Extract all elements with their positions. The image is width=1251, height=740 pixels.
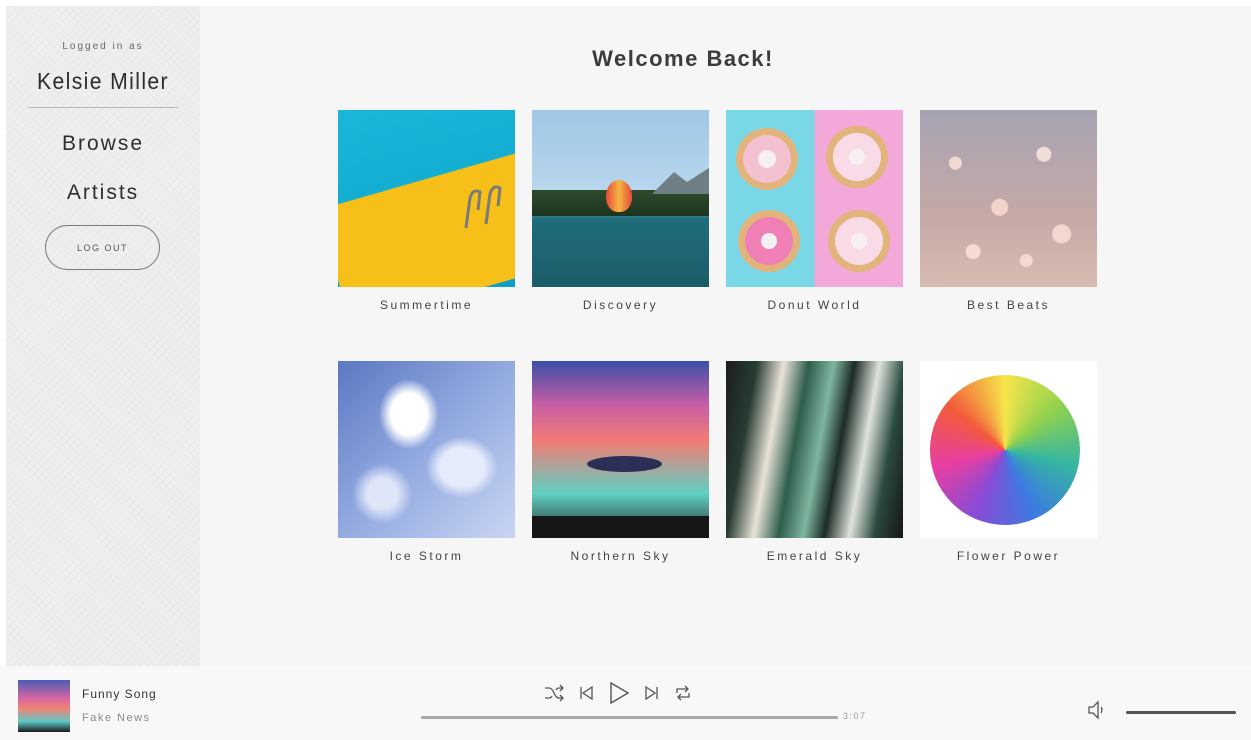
playlist-card-ice-storm[interactable]: Ice Storm [338, 361, 515, 563]
sidebar: Logged in as Kelsie Miller Browse Artist… [6, 6, 200, 666]
playlist-card-emerald-sky[interactable]: Emerald Sky [726, 361, 903, 563]
playlist-title: Ice Storm [389, 549, 464, 563]
playlist-title: Emerald Sky [766, 549, 863, 563]
progress-fill [421, 716, 838, 719]
logout-button[interactable]: LOG OUT [45, 225, 160, 270]
playlist-cover[interactable] [532, 110, 709, 287]
logged-in-label: Logged in as [62, 41, 144, 52]
playback-controls [544, 680, 692, 706]
now-playing-artist[interactable]: Fake News [82, 712, 151, 724]
app-window: Logged in as Kelsie Miller Browse Artist… [6, 6, 1251, 666]
now-playing-title[interactable]: Funny Song [82, 687, 157, 701]
playlist-title: Summertime [379, 298, 473, 312]
nav-item-browse[interactable]: Browse [6, 132, 200, 156]
playlist-card-discovery[interactable]: Discovery [532, 110, 709, 312]
playlist-cover[interactable] [920, 110, 1097, 287]
playlist-card-donut-world[interactable]: Donut World [726, 110, 903, 312]
volume-fill [1126, 711, 1236, 714]
repeat-icon[interactable] [674, 685, 692, 701]
playlist-title: Discovery [582, 298, 659, 312]
playlist-cover[interactable] [338, 361, 515, 538]
playlist-card-flower-power[interactable]: Flower Power [920, 361, 1097, 563]
user-name: Kelsie Miller [36, 68, 169, 94]
volume-slider[interactable] [1126, 711, 1236, 714]
track-duration: 3:07 [843, 711, 867, 721]
playlist-title: Best Beats [966, 298, 1051, 312]
divider [28, 107, 178, 108]
playlist-card-northern-sky[interactable]: Northern Sky [532, 361, 709, 563]
next-icon[interactable] [644, 685, 660, 701]
playlist-cover[interactable] [726, 361, 903, 538]
play-icon[interactable] [608, 681, 630, 705]
playlist-card-summertime[interactable]: Summertime [338, 110, 515, 312]
playlist-grid: Summertime Discovery Donut World Best Be… [338, 110, 1097, 563]
now-playing-artwork[interactable] [18, 680, 70, 732]
nav-item-artists[interactable]: Artists [6, 181, 200, 205]
playlist-title: Flower Power [956, 549, 1061, 563]
playlist-card-best-beats[interactable]: Best Beats [920, 110, 1097, 312]
playlist-title: Donut World [767, 298, 862, 312]
playlist-cover[interactable] [726, 110, 903, 287]
page-title: Welcome Back! [592, 46, 774, 71]
previous-icon[interactable] [578, 685, 594, 701]
playlist-title: Northern Sky [570, 549, 671, 563]
player-bar: Funny Song Fake News 3:07 [0, 666, 1251, 740]
playlist-cover[interactable] [338, 110, 515, 287]
progress-bar[interactable] [421, 716, 838, 719]
playlist-cover[interactable] [920, 361, 1097, 538]
shuffle-icon[interactable] [544, 684, 564, 702]
volume-icon[interactable] [1087, 699, 1109, 721]
playlist-cover[interactable] [532, 361, 709, 538]
